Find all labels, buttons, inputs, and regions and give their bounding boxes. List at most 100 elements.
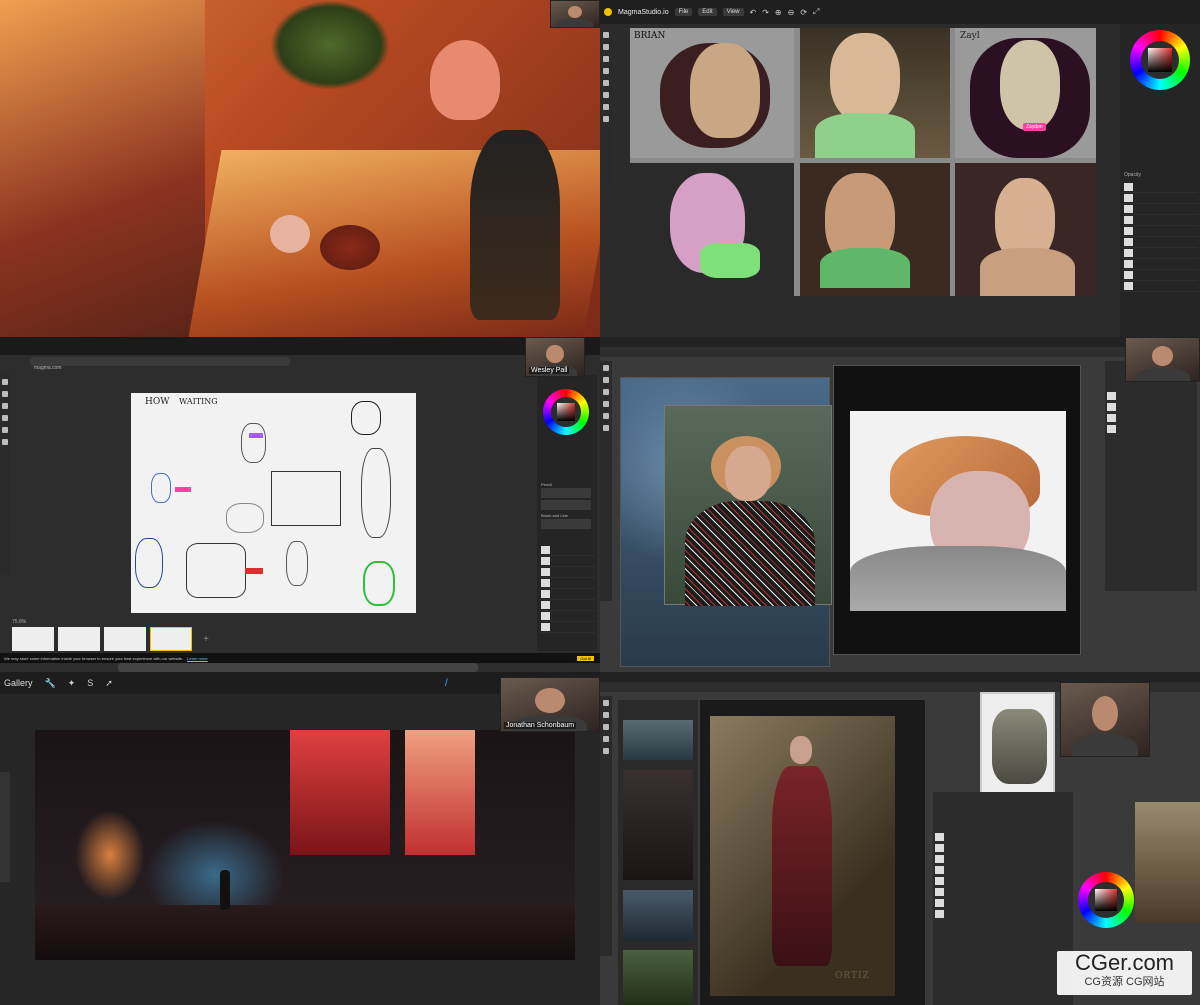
text-tool-icon[interactable] xyxy=(603,104,609,110)
plus-icon[interactable]: + xyxy=(196,627,216,651)
move-tool-icon[interactable] xyxy=(603,365,609,371)
ref-thumb[interactable] xyxy=(623,890,693,940)
layer-row[interactable] xyxy=(1105,424,1197,435)
brush-preview[interactable] xyxy=(541,519,591,529)
picker-tool-icon[interactable] xyxy=(603,92,609,98)
layer-row[interactable] xyxy=(933,909,1073,920)
layer-row[interactable] xyxy=(933,876,1073,887)
layer-row[interactable] xyxy=(539,578,595,589)
eraser-tool-icon[interactable] xyxy=(603,401,609,407)
color-wheel[interactable] xyxy=(1078,872,1134,928)
file-tab-thumb[interactable] xyxy=(150,627,192,651)
layer-row[interactable] xyxy=(539,589,595,600)
lasso-tool-icon[interactable] xyxy=(603,712,609,718)
brush-tool-icon[interactable] xyxy=(2,379,8,385)
select-tool-icon[interactable] xyxy=(603,56,609,62)
layer-row[interactable] xyxy=(1105,391,1197,402)
layer-row[interactable] xyxy=(1122,182,1198,193)
menu-view[interactable]: View xyxy=(722,8,744,16)
menu-file[interactable]: File xyxy=(674,8,693,16)
layer-row[interactable] xyxy=(933,887,1073,898)
menu-edit[interactable]: Edit xyxy=(698,8,717,16)
brush-preview[interactable] xyxy=(541,488,591,498)
layer-row[interactable] xyxy=(539,545,595,556)
eraser-tool-icon[interactable] xyxy=(603,736,609,742)
hand-tool-icon[interactable] xyxy=(603,116,609,122)
reference-photo-front[interactable] xyxy=(664,405,832,606)
transform-icon[interactable]: ➚ xyxy=(105,678,113,689)
brush-tool-icon[interactable] xyxy=(603,32,609,38)
zoom-in-icon[interactable]: ⊕ xyxy=(775,8,782,17)
address-bar[interactable]: magma.com xyxy=(30,357,290,371)
layer-row[interactable] xyxy=(1122,215,1198,226)
redo-icon[interactable]: ↷ xyxy=(762,8,769,17)
lasso-tool-icon[interactable] xyxy=(603,377,609,383)
fullscreen-icon[interactable]: ⤢ xyxy=(813,7,819,17)
painting-window[interactable] xyxy=(833,365,1081,655)
layer-row[interactable] xyxy=(933,898,1073,909)
layer-row[interactable] xyxy=(1122,248,1198,259)
move-tool-icon[interactable] xyxy=(603,68,609,74)
hand-tool-icon[interactable] xyxy=(603,425,609,431)
file-tab-thumb[interactable] xyxy=(12,627,54,651)
procreate-side-slider[interactable] xyxy=(0,772,10,882)
select-tool-icon[interactable] xyxy=(2,403,8,409)
file-tab-thumb[interactable] xyxy=(58,627,100,651)
color-wheel[interactable] xyxy=(543,389,589,435)
sculpture-ref-window[interactable] xyxy=(980,692,1055,802)
move-tool-icon[interactable] xyxy=(603,700,609,706)
selection-icon[interactable]: S xyxy=(87,678,93,688)
layer-row[interactable] xyxy=(539,600,595,611)
brush-icon[interactable]: / xyxy=(445,678,448,689)
magic-wand-icon[interactable]: ✦ xyxy=(68,678,76,689)
layer-row[interactable] xyxy=(1122,226,1198,237)
zoom-out-icon[interactable]: ⊖ xyxy=(788,8,795,17)
layer-row[interactable] xyxy=(539,567,595,578)
fill-tool-icon[interactable] xyxy=(603,80,609,86)
ref-thumb[interactable] xyxy=(623,770,693,880)
smudge-tool-icon[interactable] xyxy=(603,748,609,754)
eraser-tool-icon[interactable] xyxy=(2,391,8,397)
figure-sketch xyxy=(226,503,264,533)
eraser-tool-icon[interactable] xyxy=(603,44,609,50)
file-tab-thumb[interactable] xyxy=(104,627,146,651)
gallery-button[interactable]: Gallery xyxy=(4,678,33,688)
fill-tool-icon[interactable] xyxy=(2,427,8,433)
layer-row[interactable] xyxy=(1122,259,1198,270)
layer-row[interactable] xyxy=(1122,204,1198,215)
layer-row[interactable] xyxy=(539,611,595,622)
brush-tool-icon[interactable] xyxy=(603,389,609,395)
brush-tool-icon[interactable] xyxy=(603,724,609,730)
layer-row[interactable] xyxy=(933,854,1073,865)
procreate-canvas[interactable] xyxy=(35,730,575,960)
main-painting-canvas[interactable]: ORTIZ xyxy=(710,716,895,996)
main-painting-window[interactable]: ORTIZ xyxy=(700,700,925,1005)
rotate-icon[interactable]: ⟳ xyxy=(800,8,807,17)
painting-canvas[interactable] xyxy=(850,411,1066,611)
smudge-tool-icon[interactable] xyxy=(603,413,609,419)
move-tool-icon[interactable] xyxy=(2,415,8,421)
undo-icon[interactable]: ↶ xyxy=(750,8,757,17)
layer-row[interactable] xyxy=(933,832,1073,843)
layer-row[interactable] xyxy=(1105,413,1197,424)
ref-thumb[interactable] xyxy=(623,720,693,760)
layer-row[interactable] xyxy=(539,556,595,567)
layer-row[interactable] xyxy=(1122,237,1198,248)
layer-row[interactable] xyxy=(1122,193,1198,204)
layer-row[interactable] xyxy=(539,622,595,633)
sketch-canvas[interactable]: HOW WAITING xyxy=(131,393,416,613)
cookie-button[interactable]: Got it! xyxy=(577,655,594,661)
layer-row[interactable] xyxy=(1122,281,1198,292)
layer-row[interactable] xyxy=(1105,402,1197,413)
picker-tool-icon[interactable] xyxy=(2,439,8,445)
layer-row[interactable] xyxy=(933,865,1073,876)
color-wheel[interactable] xyxy=(1130,30,1190,90)
artwork-teapot xyxy=(270,215,310,253)
cookie-link[interactable]: Learn more xyxy=(187,656,207,661)
layer-row[interactable] xyxy=(1122,270,1198,281)
ref-thumb[interactable] xyxy=(623,950,693,1005)
magma-canvas[interactable]: BRIAN Zayl Zayden xyxy=(630,28,1096,296)
wrench-icon[interactable]: 🔧 xyxy=(45,678,56,689)
layer-row[interactable] xyxy=(933,843,1073,854)
brush-preview[interactable] xyxy=(541,500,591,510)
